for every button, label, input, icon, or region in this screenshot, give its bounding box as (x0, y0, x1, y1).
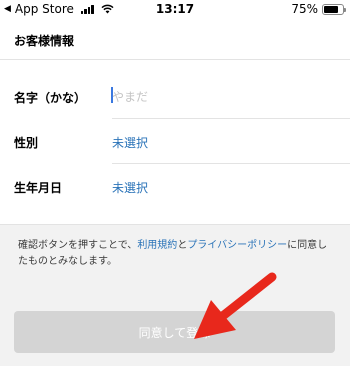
gender-select[interactable]: 未選択 (112, 134, 148, 151)
status-bar: ◀ App Store 13:17 75% (0, 0, 350, 20)
privacy-policy-link[interactable]: プライバシーポリシー (187, 240, 287, 251)
row-divider (112, 163, 350, 164)
battery-level (324, 5, 338, 13)
battery-icon (322, 3, 346, 15)
consent-notice: 確認ボタンを押すことで、利用規約とプライバシーポリシーに同意したものとみなします… (18, 238, 336, 270)
name-kana-input[interactable] (112, 86, 342, 108)
page-title: お客様情報 (14, 34, 75, 48)
birthday-label: 生年月日 (14, 181, 63, 195)
status-right: 75% (291, 2, 346, 16)
row-divider (112, 118, 350, 119)
consent-text-start: 確認ボタンを押すことで、 (18, 240, 138, 251)
gender-label: 性別 (14, 136, 39, 150)
terms-link[interactable]: 利用規約 (137, 240, 177, 251)
consent-connector: と (177, 240, 188, 251)
gender-row[interactable]: 性別 未選択 (0, 120, 350, 164)
consent-area: 確認ボタンを押すことで、利用規約とプライバシーポリシーに同意したものとみなします… (0, 225, 350, 366)
annotation-arrow-icon (194, 272, 277, 339)
battery-percent: 75% (291, 2, 318, 16)
birthday-row[interactable]: 生年月日 未選択 (0, 165, 350, 209)
birthday-select[interactable]: 未選択 (112, 179, 148, 196)
section-header: お客様情報 (0, 20, 350, 60)
name-row: 名字（かな） (0, 75, 350, 119)
name-label: 名字（かな） (14, 91, 87, 105)
